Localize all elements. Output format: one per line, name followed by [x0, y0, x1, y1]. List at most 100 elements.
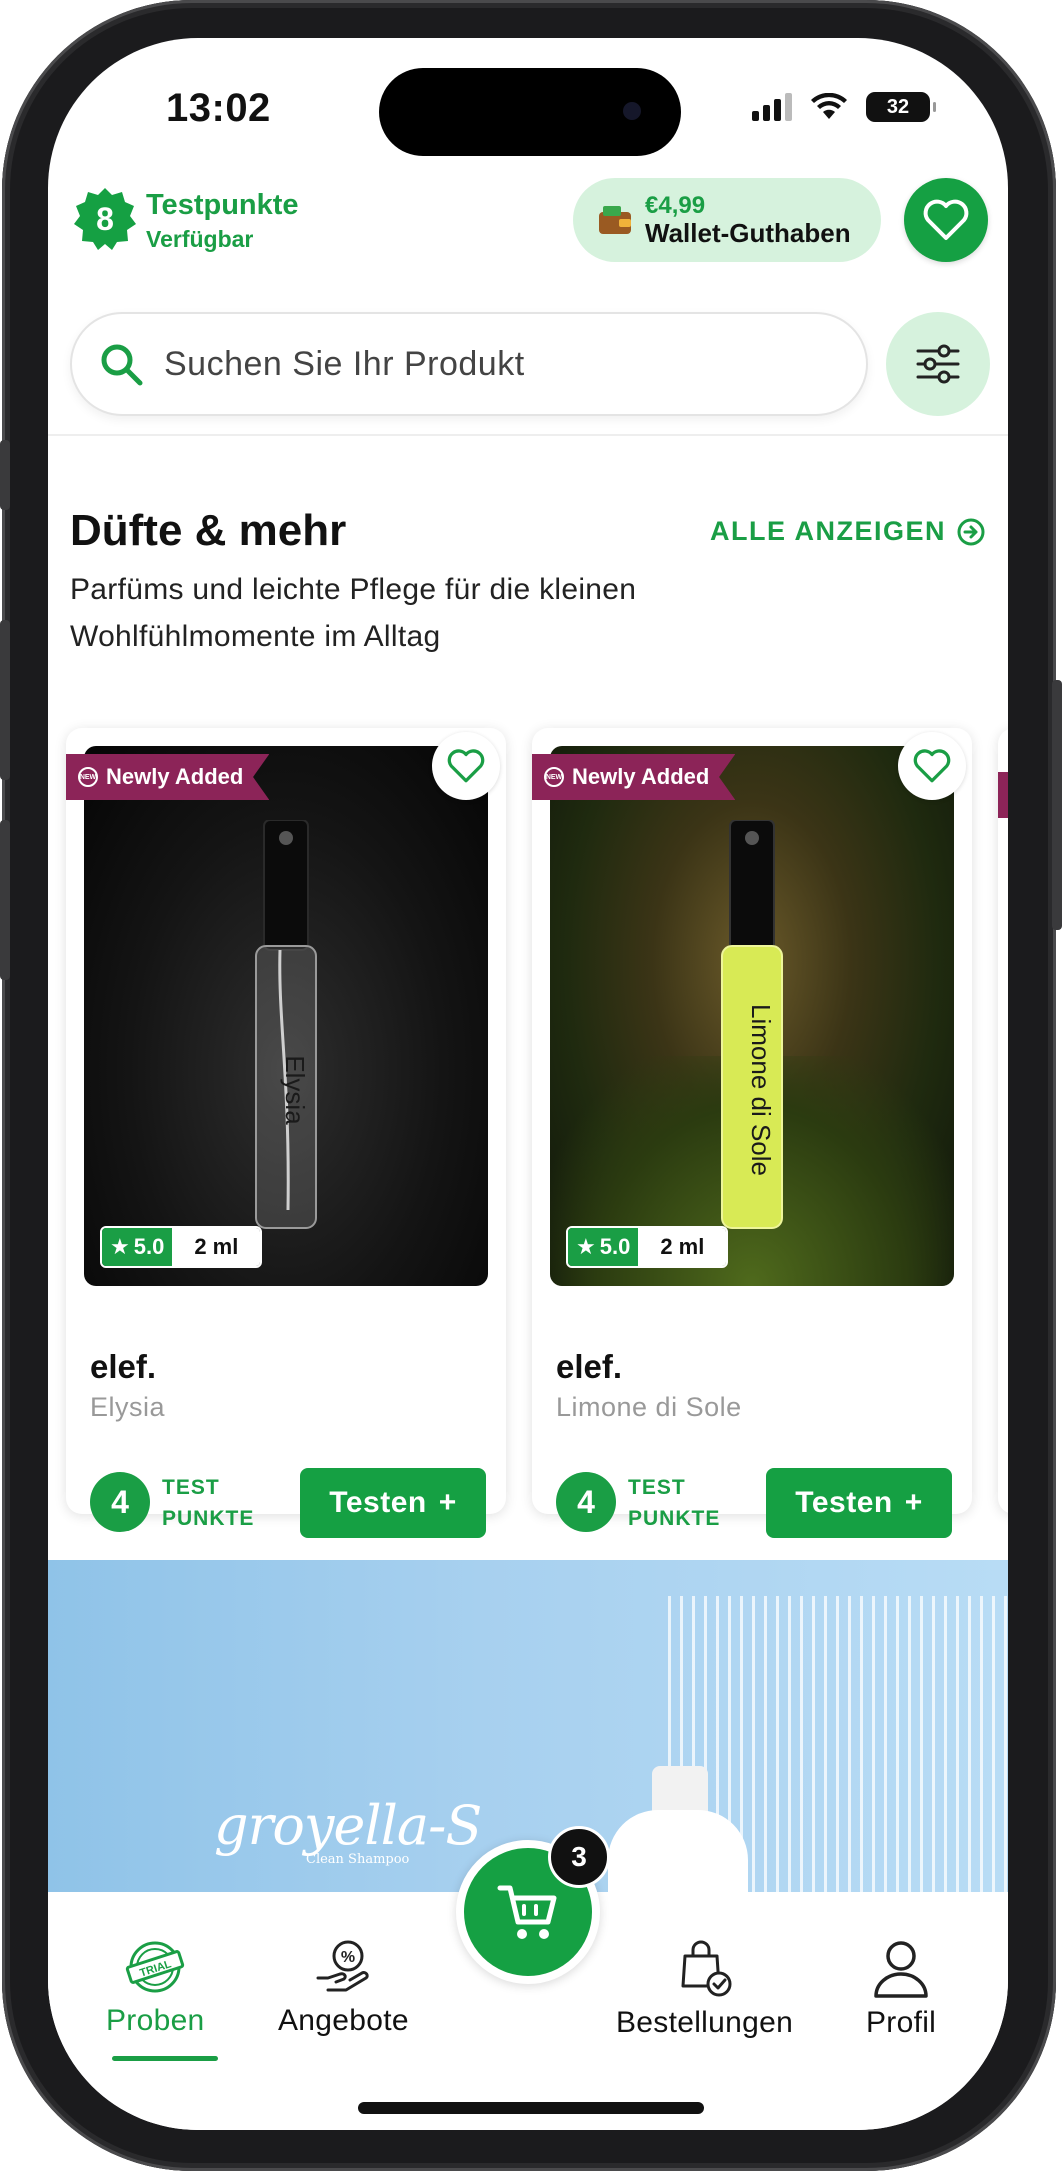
test-points-label-line1: TEST	[162, 1476, 220, 1499]
badge-label: Newly Added	[106, 764, 244, 789]
see-all-label: ALLE ANZEIGEN	[709, 516, 946, 546]
wallet-amount: €4,99	[645, 192, 706, 219]
perfume-bottle-image: Limone di Sole	[721, 820, 783, 1229]
nav-label-profil: Profil	[866, 2006, 937, 2039]
card-favorite-button[interactable]	[432, 732, 500, 800]
plus-icon: +	[904, 1486, 923, 1519]
badge-label: Newly Added	[572, 764, 710, 789]
points-subtitle: Verfügbar	[146, 226, 254, 252]
see-all-link[interactable]: ALLE ANZEIGEN	[710, 516, 986, 547]
test-points-value: 4	[556, 1472, 616, 1532]
test-points-label-line1: TEST	[628, 1476, 686, 1499]
product-image[interactable]: Limone di Sole ★ 5.0 2 ml	[550, 746, 954, 1286]
product-brand: elef.	[90, 1348, 157, 1385]
plus-icon: +	[438, 1486, 457, 1519]
shampoo-bottle	[608, 1810, 748, 1892]
star-icon: ★	[110, 1234, 130, 1259]
cart-icon	[497, 1885, 557, 1939]
mute-switch	[0, 440, 10, 510]
points-info[interactable]: Testpunkte Verfügbar	[146, 188, 299, 256]
test-points-label: TEST PUNKTE	[162, 1472, 254, 1534]
rating-size-badge: ★ 5.0 2 ml	[100, 1226, 263, 1268]
size-badge: 2 ml	[172, 1228, 261, 1266]
heart-icon	[913, 749, 951, 783]
newly-added-badge: NEW Newly Added	[532, 754, 736, 800]
cellular-signal-icon	[752, 93, 792, 121]
volume-down-button	[0, 820, 10, 980]
status-time: 13:02	[166, 86, 271, 130]
home-indicator[interactable]	[358, 2102, 704, 2114]
test-button-label: Testen	[329, 1486, 427, 1519]
product-name: Elysia	[90, 1392, 166, 1422]
nav-item-bestellungen[interactable]: Bestellungen	[616, 1938, 793, 2040]
product-card-peek[interactable]	[998, 728, 1008, 1514]
cart-count-badge: 3	[548, 1826, 610, 1888]
test-button[interactable]: Testen +	[300, 1468, 486, 1538]
offer-hand-icon: %	[316, 1940, 370, 1992]
wifi-icon	[811, 93, 847, 119]
nav-item-angebote[interactable]: % Angebote	[278, 1938, 409, 2038]
divider	[48, 434, 1008, 436]
test-points-label: TEST PUNKTE	[628, 1472, 720, 1534]
wallet-button[interactable]: €4,99 Wallet-Guthaben	[573, 178, 881, 262]
camera-icon	[623, 102, 641, 120]
newly-added-badge	[998, 772, 1008, 818]
nav-item-proben[interactable]: TRIAL Proben	[106, 1938, 205, 2038]
trial-stamp-icon: TRIAL	[126, 1941, 185, 1993]
rating-value: 5.0	[599, 1234, 631, 1259]
points-title: Testpunkte	[146, 189, 299, 221]
sliders-icon	[916, 344, 960, 384]
new-icon: NEW	[544, 767, 564, 787]
heart-icon	[447, 749, 485, 783]
test-points-value: 4	[90, 1472, 150, 1532]
nav-item-profil[interactable]: Profil	[866, 1938, 936, 2040]
product-image[interactable]: Elysia ★ 5.0 2 ml	[84, 746, 488, 1286]
battery-icon: 32	[866, 92, 936, 122]
dynamic-island	[379, 68, 681, 156]
nav-label-proben: Proben	[106, 2004, 205, 2037]
search-input[interactable]	[164, 344, 804, 384]
rating-size-badge: ★ 5.0 2 ml	[566, 1226, 729, 1268]
status-indicators: 32	[752, 92, 936, 122]
test-points-label-line2: PUNKTE	[162, 1507, 255, 1530]
banner-logo-sub: Clean Shampoo	[306, 1852, 410, 1867]
banner-logo: groyella-S	[214, 1794, 482, 1857]
bottle-label: Limone di Sole	[746, 1004, 776, 1176]
rating-badge: ★ 5.0	[568, 1228, 639, 1266]
product-card[interactable]: Elysia ★ 5.0 2 ml NEW Newly Added elef. E…	[66, 728, 506, 1538]
test-points-label-line2: PUNKTE	[628, 1507, 721, 1530]
rating-value: 5.0	[133, 1234, 165, 1259]
newly-added-badge: NEW Newly Added	[66, 754, 270, 800]
svg-text:%: %	[341, 1949, 355, 1966]
user-icon	[874, 1941, 928, 1998]
wallet-label: Wallet-Guthaben	[645, 218, 851, 248]
shopping-bag-check-icon	[681, 1940, 732, 1997]
arrow-circle-right-icon	[957, 518, 985, 545]
test-button[interactable]: Testen +	[766, 1468, 952, 1538]
power-button	[1052, 680, 1062, 930]
volume-up-button	[0, 620, 10, 780]
filter-button[interactable]	[886, 312, 990, 416]
search-bar[interactable]	[70, 312, 868, 416]
favorites-button[interactable]	[904, 178, 988, 262]
size-badge: 2 ml	[638, 1228, 727, 1266]
card-favorite-button[interactable]	[898, 732, 966, 800]
perfume-bottle-image: Elysia	[255, 820, 317, 1229]
section-description: Parfüms und leichte Pflege für die klein…	[70, 573, 637, 653]
bottle-label: Elysia	[280, 1055, 310, 1125]
points-value: 8	[96, 200, 114, 237]
heart-icon	[923, 199, 969, 240]
product-name: Limone di Sole	[556, 1392, 742, 1422]
app-screen: 13:02 32 8 Testpunkte Verfügbar €4,99 Wa…	[48, 38, 1008, 2130]
test-button-label: Testen	[795, 1486, 893, 1519]
search-icon	[101, 344, 143, 386]
new-icon: NEW	[78, 767, 98, 787]
nav-label-angebote: Angebote	[278, 2004, 409, 2037]
wallet-icon	[599, 206, 631, 234]
rating-badge: ★ 5.0	[102, 1228, 173, 1266]
product-brand: elef.	[556, 1348, 623, 1385]
nav-label-bestellungen: Bestellungen	[616, 2006, 794, 2039]
active-tab-indicator	[112, 2056, 218, 2061]
star-icon: ★	[576, 1234, 596, 1259]
product-card[interactable]: Limone di Sole ★ 5.0 2 ml NEW Newly Added…	[532, 728, 972, 1538]
